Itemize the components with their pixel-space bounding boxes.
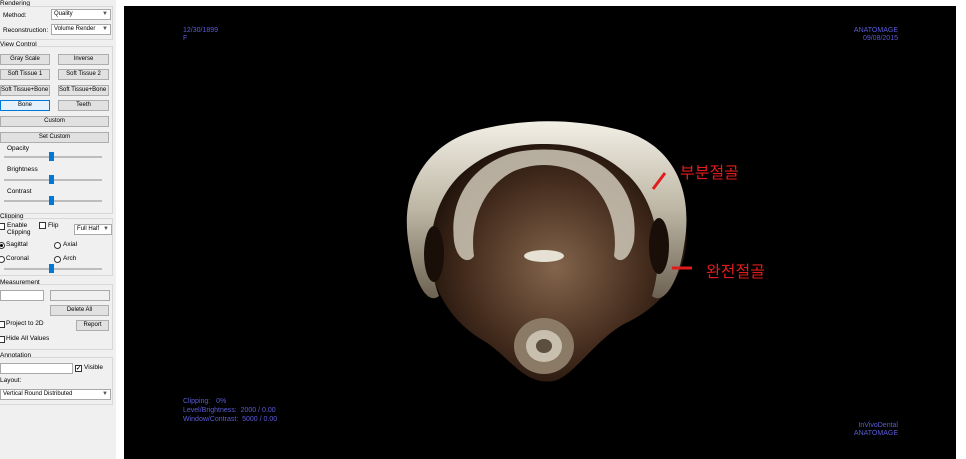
brand-bottom-product: InVivoDental xyxy=(858,422,898,429)
sagittal-label: Sagittal xyxy=(6,241,28,248)
skull-render xyxy=(406,121,692,382)
brand-bottom-company: ANATOMAGE xyxy=(853,430,898,437)
measurement-value-field xyxy=(50,290,110,301)
chevron-down-icon: ▼ xyxy=(102,391,108,397)
custom-button[interactable]: Custom xyxy=(0,116,109,127)
chevron-down-icon: ▼ xyxy=(102,11,108,17)
clipping-readout: Clipping: 0% xyxy=(183,398,227,405)
patient-sex: F xyxy=(183,35,188,42)
project-to-2d-label: Project to 2D xyxy=(6,320,44,327)
gray-scale-button[interactable]: Gray Scale xyxy=(0,54,50,65)
chevron-down-icon: ▼ xyxy=(103,226,109,232)
flip-checkbox[interactable] xyxy=(39,222,46,229)
project-to-2d-checkbox[interactable] xyxy=(0,321,5,328)
brightness-slider-thumb[interactable] xyxy=(49,175,54,184)
opacity-label: Opacity xyxy=(7,145,30,152)
inverse-button[interactable]: Inverse xyxy=(58,54,109,65)
method-select[interactable]: Quality ▼ xyxy=(51,9,111,20)
soft-tissue-1-button[interactable]: Soft Tissue 1 xyxy=(0,69,50,80)
brightness-label: Brightness xyxy=(7,166,38,173)
brand-top: ANATOMAGE xyxy=(853,27,898,34)
chevron-down-icon: ▼ xyxy=(102,26,108,32)
measurement-name-input[interactable] xyxy=(0,290,44,301)
window-contrast-readout: Window/Contrast: 5000 / 0.00 xyxy=(183,416,278,423)
volume-render-viewport[interactable]: 12/30/1899 F ANATOMAGE 09/08/2015 Clippi… xyxy=(124,6,956,459)
layout-select-value: Vertical Round Distributed xyxy=(3,391,73,397)
partial-osteotomy-annotation: 부분절골 xyxy=(680,163,739,182)
visible-label: Visible xyxy=(84,364,104,371)
method-select-value: Quality xyxy=(54,11,73,17)
level-brightness-readout: Level/Brightness: 2000 / 0.00 xyxy=(183,407,276,414)
enable-clipping-label: Enable Clipping xyxy=(7,222,31,236)
reconstruction-select[interactable]: Volume Render ▼ xyxy=(51,24,111,35)
complete-osteotomy-annotation: 완전절골 xyxy=(706,262,765,281)
layout-select[interactable]: Vertical Round Distributed ▼ xyxy=(0,389,111,400)
arch-radio[interactable] xyxy=(54,256,61,263)
enable-clipping-checkbox[interactable] xyxy=(0,223,5,230)
report-button[interactable]: Report xyxy=(76,320,109,331)
bone-button[interactable]: Bone xyxy=(0,100,50,111)
soft-tissue-bone-2-button[interactable]: Soft Tissue+Bone 2 xyxy=(58,85,109,96)
axial-radio[interactable] xyxy=(54,242,61,249)
method-label: Method: xyxy=(3,12,27,19)
clipping-slider-thumb[interactable] xyxy=(49,264,54,273)
hide-all-values-label: Hide All Values xyxy=(6,335,50,342)
soft-tissue-2-button[interactable]: Soft Tissue 2 xyxy=(58,69,109,80)
delete-all-button[interactable]: Delete All xyxy=(50,305,109,316)
layout-label: Layout: xyxy=(0,377,22,384)
axial-label: Axial xyxy=(63,241,78,248)
flip-label: Flip xyxy=(48,222,59,229)
arch-label: Arch xyxy=(63,255,77,262)
soft-tissue-bone-1-button[interactable]: Soft Tissue+Bone 1 xyxy=(0,85,50,96)
hide-all-values-checkbox[interactable] xyxy=(0,336,5,343)
set-custom-button[interactable]: Set Custom xyxy=(0,132,109,143)
clipping-mode-value: Full Half xyxy=(77,226,100,232)
control-panel: Rendering Method: Quality ▼ Reconstructi… xyxy=(0,0,114,459)
visible-checkbox[interactable]: ✓ xyxy=(75,365,82,372)
coronal-label: Coronal xyxy=(6,255,29,262)
reconstruction-label: Reconstruction: xyxy=(3,27,49,34)
teeth-button[interactable]: Teeth xyxy=(58,100,109,111)
scan-date: 09/08/2015 xyxy=(862,35,898,42)
contrast-slider-thumb[interactable] xyxy=(49,196,54,205)
annotation-text-input[interactable] xyxy=(0,363,73,374)
contrast-label: Contrast xyxy=(7,188,32,195)
opacity-slider-thumb[interactable] xyxy=(49,152,54,161)
patient-date: 12/30/1899 xyxy=(183,27,219,34)
reconstruction-select-value: Volume Render xyxy=(54,26,96,32)
clipping-mode-select[interactable]: Full Half ▼ xyxy=(74,224,112,235)
